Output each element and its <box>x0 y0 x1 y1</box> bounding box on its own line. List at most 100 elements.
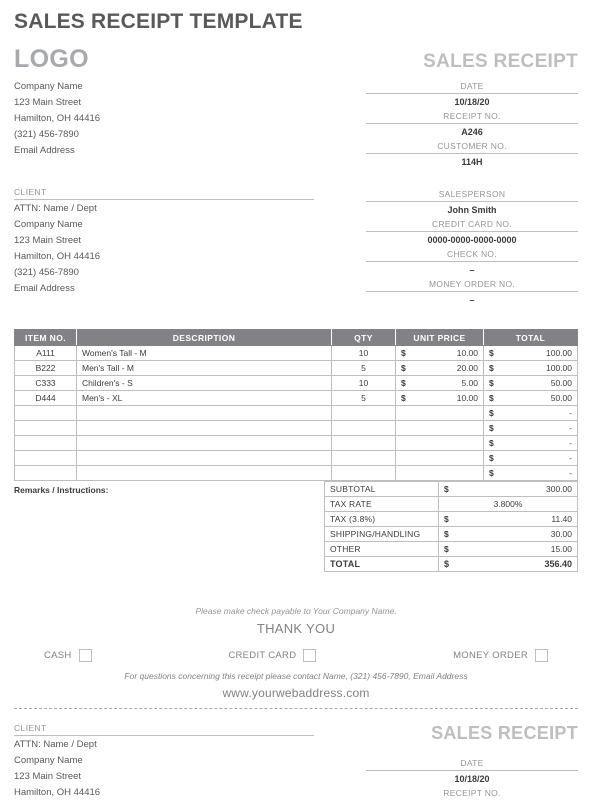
totals-value[interactable]: $11.40 <box>438 511 578 528</box>
meta-value[interactable]: 10/18/20 <box>366 93 578 109</box>
cell-item-no[interactable]: A111 <box>14 345 77 362</box>
table-row-empty[interactable]: $ - <box>14 435 578 452</box>
items-table-body: A111 Women's Tall - M 10 $10.00 $100.00 … <box>14 345 578 482</box>
cell-qty[interactable] <box>331 450 396 467</box>
cell-qty[interactable]: 5 <box>331 390 396 407</box>
payment-value[interactable]: 0000-0000-0000-0000 <box>366 231 578 247</box>
checkbox-cash[interactable] <box>78 649 92 663</box>
cell-unit-price[interactable] <box>395 435 484 452</box>
cell-total[interactable]: $ - <box>483 405 578 422</box>
currency-symbol: $ <box>489 393 494 404</box>
table-row-empty[interactable]: $ - <box>14 465 578 482</box>
remarks-area[interactable]: Remarks / Instructions: <box>14 481 324 572</box>
other-value: 15.00 <box>550 544 572 555</box>
stub-client-label: CLIENT <box>14 723 314 737</box>
cell-item-no[interactable] <box>14 405 77 422</box>
payment-value[interactable]: – <box>366 291 578 307</box>
table-row[interactable]: D444 Men's - XL 5 $10.00 $50.00 <box>14 390 578 407</box>
cell-description[interactable] <box>76 450 332 467</box>
items-table: ITEM NO. DESCRIPTION QTY UNIT PRICE TOTA… <box>14 329 578 482</box>
cell-total[interactable]: $ - <box>483 420 578 437</box>
cell-item-no[interactable] <box>14 435 77 452</box>
cell-description[interactable]: Men's - XL <box>76 390 332 407</box>
payment-method-credit-card[interactable]: CREDIT CARD <box>228 649 317 663</box>
totals-value[interactable]: $30.00 <box>438 526 578 543</box>
cell-unit-price[interactable] <box>395 405 484 422</box>
client-line: Hamilton, OH 44416 <box>14 251 101 263</box>
cell-description[interactable] <box>76 405 332 422</box>
cell-description[interactable] <box>76 465 332 482</box>
cell-total[interactable]: $ - <box>483 435 578 452</box>
column-header-total: TOTAL <box>483 329 578 347</box>
table-row[interactable]: C333 Children's - S 10 $5.00 $50.00 <box>14 375 578 392</box>
cell-qty[interactable] <box>331 420 396 437</box>
cell-total[interactable]: $50.00 <box>483 375 578 392</box>
column-header-qty: QTY <box>331 329 396 347</box>
cell-item-no[interactable] <box>14 420 77 437</box>
totals-label: TOTAL <box>324 556 439 573</box>
cell-total[interactable]: $100.00 <box>483 345 578 362</box>
cell-description[interactable]: Men's Tall - M <box>76 360 332 377</box>
table-row[interactable]: A111 Women's Tall - M 10 $10.00 $100.00 <box>14 345 578 362</box>
cell-qty[interactable]: 5 <box>331 360 396 377</box>
cell-total[interactable]: $50.00 <box>483 390 578 407</box>
totals-row-tax: TAX (3.8%) $11.40 <box>324 511 578 528</box>
payment-value[interactable]: John Smith <box>366 201 578 217</box>
column-header-description: DESCRIPTION <box>76 329 332 347</box>
checkbox-credit-card[interactable] <box>303 649 317 663</box>
cell-description[interactable] <box>76 420 332 437</box>
payment-label: SALESPERSON <box>438 189 506 200</box>
currency-symbol: $ <box>489 438 494 449</box>
payment-field-credit-card-no: CREDIT CARD NO. 0000-0000-0000-0000 <box>366 217 578 247</box>
cell-description[interactable] <box>76 435 332 452</box>
cell-item-no[interactable]: C333 <box>14 375 77 392</box>
cell-unit-price[interactable] <box>395 450 484 467</box>
table-row-empty[interactable]: $ - <box>14 405 578 422</box>
tax-rate-value[interactable]: 3.800% <box>438 496 578 513</box>
stub-meta-value[interactable]: 10/18/20 <box>366 770 578 786</box>
meta-label: DATE <box>460 81 484 92</box>
payment-method-label: CREDIT CARD <box>228 650 297 662</box>
cell-description[interactable]: Children's - S <box>76 375 332 392</box>
cell-unit-price[interactable]: $5.00 <box>395 375 484 392</box>
currency-symbol: $ <box>489 363 494 374</box>
contact-note: For questions concerning this receipt pl… <box>124 671 468 682</box>
payment-value[interactable]: – <box>366 261 578 277</box>
cell-unit-price[interactable] <box>395 420 484 437</box>
meta-value[interactable]: 114H <box>366 153 578 169</box>
cell-item-no[interactable] <box>14 465 77 482</box>
table-row[interactable]: B222 Men's Tall - M 5 $20.00 $100.00 <box>14 360 578 377</box>
cell-unit-price[interactable]: $10.00 <box>395 390 484 407</box>
cell-unit-price[interactable]: $10.00 <box>395 345 484 362</box>
cell-total[interactable]: $100.00 <box>483 360 578 377</box>
meta-value[interactable]: A246 <box>366 123 578 139</box>
cell-item-no[interactable]: B222 <box>14 360 77 377</box>
cell-unit-price[interactable]: $20.00 <box>395 360 484 377</box>
currency-symbol: $ <box>489 468 494 479</box>
total-value: - <box>569 438 572 449</box>
payment-method-cash[interactable]: CASH <box>44 649 92 663</box>
totals-value[interactable]: $356.40 <box>438 556 578 573</box>
cell-qty[interactable]: 10 <box>331 375 396 392</box>
cell-qty[interactable] <box>331 405 396 422</box>
totals-value[interactable]: $15.00 <box>438 541 578 558</box>
payment-method-money-order[interactable]: MONEY ORDER <box>453 649 549 663</box>
cell-item-no[interactable]: D444 <box>14 390 77 407</box>
cell-unit-price[interactable] <box>395 465 484 482</box>
cell-qty[interactable]: 10 <box>331 345 396 362</box>
totals-value[interactable]: $300.00 <box>438 481 578 498</box>
checkbox-money-order[interactable] <box>535 649 549 663</box>
cell-qty[interactable] <box>331 435 396 452</box>
payment-meta: SALESPERSON John Smith CREDIT CARD NO. 0… <box>366 187 578 307</box>
cell-total[interactable]: $ - <box>483 465 578 482</box>
cell-description[interactable]: Women's Tall - M <box>76 345 332 362</box>
currency-symbol: $ <box>401 378 406 389</box>
cell-qty[interactable] <box>331 465 396 482</box>
table-row-empty[interactable]: $ - <box>14 450 578 467</box>
cell-total[interactable]: $ - <box>483 450 578 467</box>
payment-method-label: CASH <box>44 650 72 662</box>
table-row-empty[interactable]: $ - <box>14 420 578 437</box>
cell-item-no[interactable] <box>14 450 77 467</box>
web-address[interactable]: www.yourwebaddress.com <box>14 686 578 700</box>
company-line: Hamilton, OH 44416 <box>14 113 101 125</box>
